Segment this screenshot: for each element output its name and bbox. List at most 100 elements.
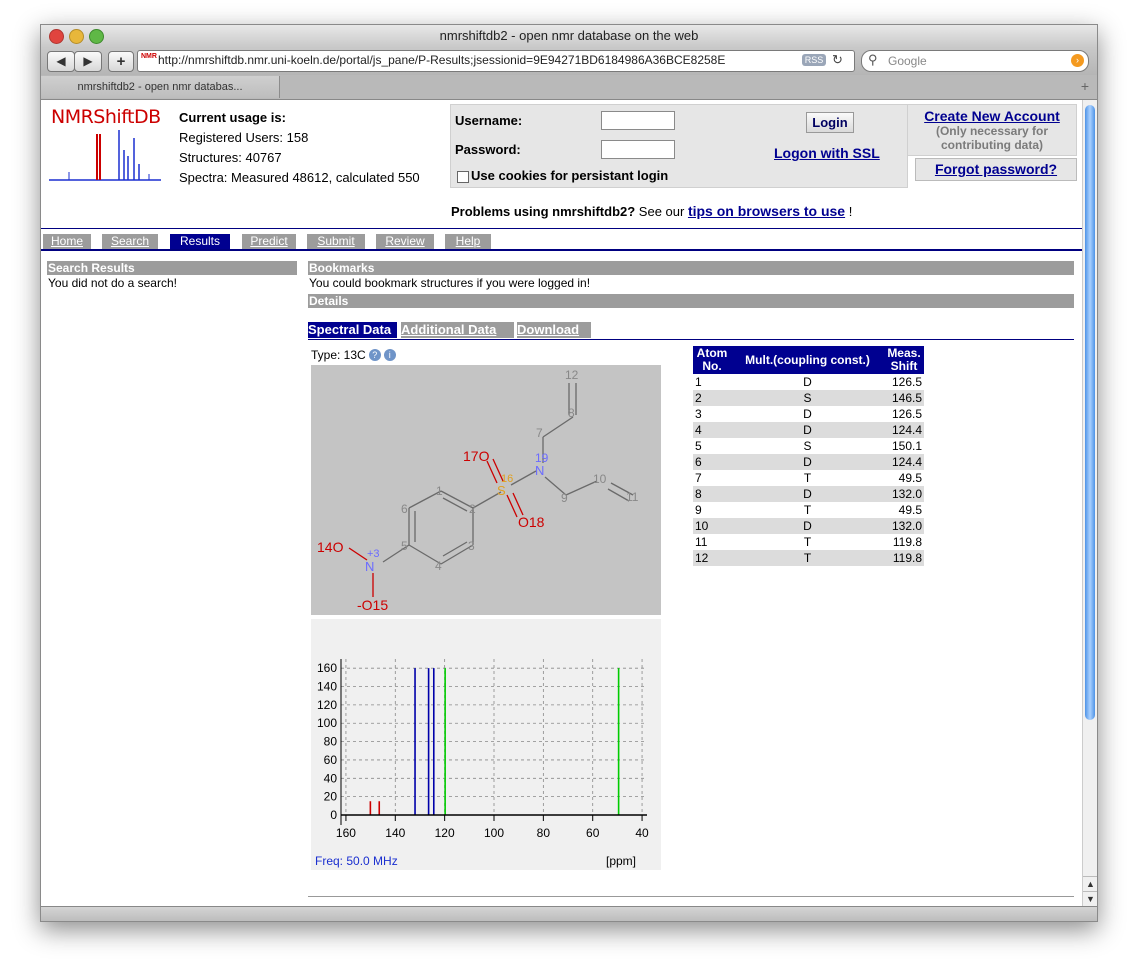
account-box: Create New Account (Only necessary for c…	[907, 104, 1077, 156]
footer-divider	[308, 896, 1074, 897]
table-row: 1 D 126.5	[693, 374, 924, 390]
header-meas-shift: Meas. Shift	[884, 346, 924, 374]
atom-label: 5	[401, 539, 408, 553]
address-bar[interactable]: NMR http://nmrshiftdb.nmr.uni-koeln.de/p…	[137, 50, 855, 72]
nav-tab-review[interactable]: Review	[376, 234, 434, 249]
minimize-window-button[interactable]	[69, 29, 84, 44]
create-account-note: (Only necessary for contributing data)	[935, 124, 1049, 152]
new-tab-icon[interactable]: +	[1081, 78, 1089, 94]
subtab-download[interactable]: Download	[517, 322, 591, 338]
table-row: 5 S 150.1	[693, 438, 924, 454]
create-account-link[interactable]: Create New Account	[908, 108, 1076, 124]
atom-label: 2	[469, 502, 476, 516]
header-divider	[41, 228, 1082, 229]
spectrum-chart[interactable]: 0 20 40 60 80 100 120 140 160 160 140 120 100 80 60 40 …	[311, 619, 661, 870]
problems-tail: !	[845, 204, 853, 219]
browser-window: nmrshiftdb2 - open nmr database on the w…	[40, 24, 1098, 922]
scroll-down-arrow[interactable]: ▼	[1083, 891, 1097, 906]
table-row: 12 T 119.8	[693, 550, 924, 566]
atom-label: 9	[561, 491, 568, 505]
bookmarks-heading: Bookmarks	[308, 261, 1074, 275]
bookmarks-text: You could bookmark structures if you wer…	[309, 276, 591, 290]
spectrum-type: Type: 13C? i	[311, 348, 396, 362]
y-tick-label: 120	[317, 698, 337, 712]
nav-tab-results[interactable]: Results	[170, 234, 230, 249]
back-button[interactable]: ◀	[47, 51, 75, 72]
vertical-scrollbar[interactable]: ▲ ▼	[1082, 100, 1097, 906]
browser-tips-link[interactable]: tips on browsers to use	[688, 203, 845, 219]
zoom-window-button[interactable]	[89, 29, 104, 44]
search-field[interactable]: ⚲ Google ›	[861, 50, 1089, 72]
nav-tab-home[interactable]: Home	[43, 234, 91, 249]
forgot-password-link[interactable]: Forgot password?	[915, 158, 1077, 181]
multiplicity-cell: T	[803, 535, 812, 549]
table-row: 4 D 124.4	[693, 422, 924, 438]
scroll-up-arrow[interactable]: ▲	[1083, 876, 1097, 891]
browser-tab[interactable]: nmrshiftdb2 - open nmr databas...	[41, 76, 280, 98]
cookies-checkbox[interactable]	[457, 171, 469, 183]
oxygen-label: 14O	[317, 539, 344, 555]
password-label: Password:	[455, 142, 521, 157]
password-input[interactable]	[601, 140, 675, 159]
search-placeholder: Google	[888, 54, 927, 68]
oxygen-label: -O15	[357, 597, 388, 613]
forward-button[interactable]: ▶	[74, 51, 102, 72]
y-tick-label: 100	[317, 716, 337, 730]
x-tick-label: 60	[586, 826, 600, 840]
logo-text: NMRShiftDB	[51, 106, 161, 128]
reload-icon[interactable]: ↻	[832, 52, 843, 68]
magnifier-icon[interactable]: ⚲	[868, 52, 878, 68]
shift-cell: 119.8	[884, 550, 924, 566]
x-tick-label: 160	[336, 826, 356, 840]
search-go-icon[interactable]: ›	[1071, 54, 1084, 67]
shift-cell: 49.5	[898, 503, 922, 517]
shift-cell: 124.4	[884, 422, 924, 438]
subtab-additional-data[interactable]: Additional Data	[401, 322, 514, 338]
nitro-charge-label: +3	[367, 548, 380, 560]
info-icon[interactable]: i	[383, 349, 396, 361]
problems-lead: Problems using nmrshiftdb2?	[451, 204, 636, 219]
rss-icon[interactable]: RSS	[802, 54, 826, 66]
molecule-svg: 1 2 3 4 5 6 7 8 9 10 11 12 N 19 N +3 S 1…	[317, 368, 639, 613]
logo-spectrum-icon	[49, 130, 161, 181]
nav-tab-predict[interactable]: Predict	[242, 234, 296, 249]
shift-cell: 124.4	[884, 454, 924, 470]
login-button[interactable]: Login	[806, 112, 854, 133]
nav-tab-help[interactable]: Help	[445, 234, 491, 249]
frequency-annotation: Freq: 50.0 MHz	[315, 854, 398, 868]
molecule-structure[interactable]: 1 2 3 4 5 6 7 8 9 10 11 12 N 19 N +3 S 1…	[311, 365, 661, 615]
structures-count: Structures: 40767	[179, 150, 282, 165]
multiplicity-cell: T	[731, 550, 884, 566]
tab-bar: nmrshiftdb2 - open nmr databas... +	[41, 75, 1097, 100]
atom-no-cell: 1	[695, 375, 702, 389]
url-text[interactable]: http://nmrshiftdb.nmr.uni-koeln.de/porta…	[158, 53, 798, 67]
add-bookmark-button[interactable]: +	[108, 51, 134, 72]
status-bar	[41, 906, 1097, 921]
search-results-text: You did not do a search!	[48, 276, 177, 290]
table-row: 7 T 49.5	[693, 470, 924, 486]
multiplicity-cell: D	[731, 422, 884, 438]
y-tick-label: 0	[330, 808, 337, 822]
close-window-button[interactable]	[49, 29, 64, 44]
title-bar: nmrshiftdb2 - open nmr database on the w…	[41, 25, 1097, 47]
logon-ssl-link[interactable]: Logon with SSL	[774, 145, 880, 161]
subtab-underline	[308, 339, 1074, 340]
atom-no-cell: 9	[695, 503, 702, 517]
atom-label: 8	[568, 406, 575, 420]
multiplicity-cell: T	[803, 471, 812, 485]
shift-cell: 150.1	[891, 439, 922, 453]
nav-tab-submit[interactable]: Submit	[307, 234, 365, 249]
nav-tab-search[interactable]: Search	[102, 234, 158, 249]
subtab-spectral-data[interactable]: Spectral Data	[308, 322, 397, 338]
atom-label: 7	[536, 426, 543, 440]
y-tick-label: 20	[324, 790, 338, 804]
table-row: 6 D 124.4	[693, 454, 924, 470]
help-icon[interactable]: ?	[368, 349, 381, 361]
x-tick-label: 100	[484, 826, 504, 840]
atom-no-cell: 7	[695, 471, 702, 485]
atom-no-cell: 5	[695, 439, 702, 453]
scrollbar-thumb[interactable]	[1085, 105, 1095, 720]
username-input[interactable]	[601, 111, 675, 130]
table-row: 2 S 146.5	[693, 390, 924, 406]
table-row: 3 D 126.5	[693, 406, 924, 422]
